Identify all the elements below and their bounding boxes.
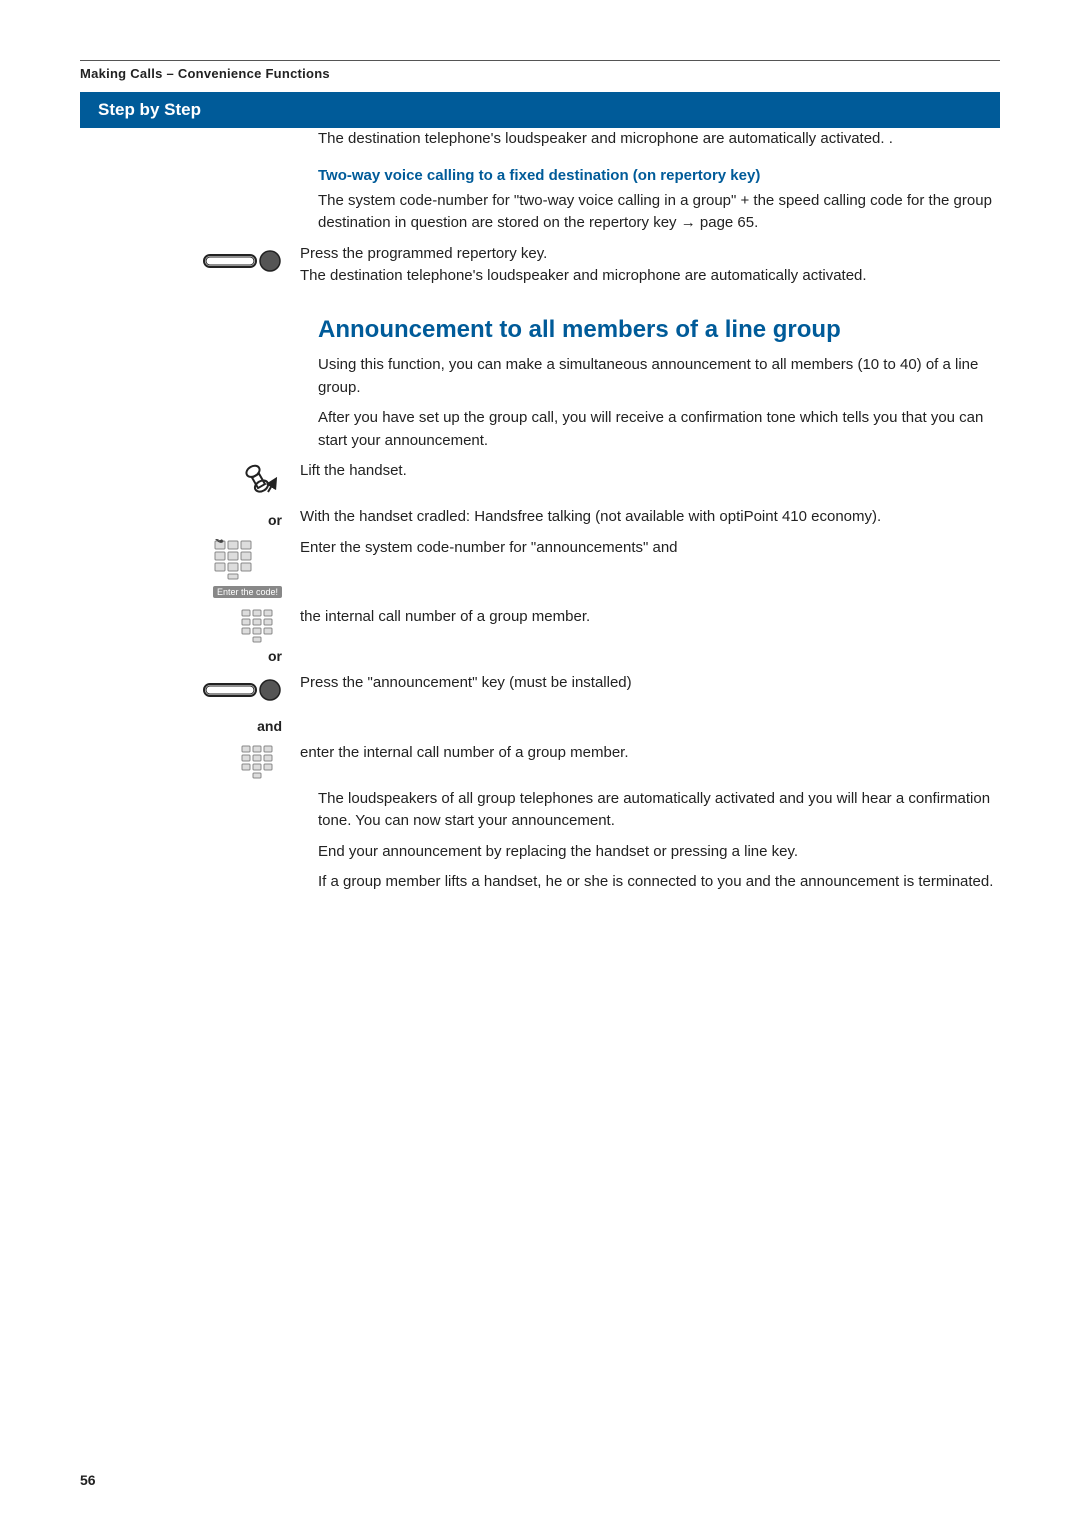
keypad-with-label: 📞 Enter the code!: [213, 539, 282, 598]
announcement-key-block: Press the "announcement" key (must be in…: [80, 672, 1000, 706]
lift-handset-text: Lift the handset.: [300, 460, 1000, 483]
enter-internal-block: enter the internal call number of a grou…: [80, 742, 1000, 780]
press-repertory-text: Press the programmed repertory key. The …: [300, 243, 1000, 288]
announcement-intro-1: Using this function, you can make a simu…: [318, 354, 1000, 399]
handsfree-block: or With the handset cradled: Handsfree t…: [80, 506, 1000, 529]
enter-code-block: 📞 Enter the code! Enter the system code-…: [80, 537, 1000, 598]
announcement-intro-2: After you have set up the group call, yo…: [318, 407, 1000, 452]
lift-handset-block: Lift the handset.: [80, 460, 1000, 498]
press-repertory-block: Press the programmed repertory key. The …: [80, 243, 1000, 288]
handsfree-text: With the handset cradled: Handsfree talk…: [300, 506, 1000, 529]
keypad3-area: [80, 742, 300, 780]
section-header-text: Making Calls – Convenience Functions: [80, 66, 330, 81]
phone-circle-icon-2: [202, 674, 282, 706]
enter-internal-text: enter the internal call number of a grou…: [300, 742, 1000, 765]
main-section-title: Announcement to all members of a line gr…: [318, 316, 1000, 345]
intro-text-1: The destination telephone's loudspeaker …: [318, 128, 1000, 151]
lift-handset-icon-area: [80, 460, 300, 498]
repertory-icon-area: [80, 243, 300, 277]
internal-call-number-text: the internal call number of a group memb…: [300, 606, 1000, 629]
announcement-key-icon-area: [80, 672, 300, 706]
group-member-text: If a group member lifts a handset, he or…: [318, 871, 1000, 894]
and-block: and: [80, 714, 1000, 734]
step-by-step-box: Step by Step: [80, 92, 1000, 128]
keypad2-or-area: or: [80, 606, 300, 664]
and-label: and: [257, 718, 282, 734]
lift-handset-icon: [234, 462, 282, 498]
loudspeakers-text: The loudspeakers of all group telephones…: [318, 788, 1000, 833]
subsection-heading-block: Two-way voice calling to a fixed destina…: [300, 165, 1000, 235]
subsection-heading: Two-way voice calling to a fixed destina…: [318, 165, 1000, 186]
keypad-icon-1: 📞: [213, 539, 265, 581]
end-announcement-text: End your announcement by replacing the h…: [318, 841, 1000, 864]
enter-code-label: Enter the code!: [213, 586, 282, 598]
svg-text:📞: 📞: [213, 539, 225, 543]
keypad2-or-block: or the internal call number of a group m…: [80, 606, 1000, 664]
section-header-bar: Making Calls – Convenience Functions: [80, 60, 1000, 82]
keypad-icon-3: [240, 744, 282, 780]
page-container: Making Calls – Convenience Functions Ste…: [0, 0, 1080, 1528]
enter-code-icon-area: 📞 Enter the code!: [80, 537, 300, 598]
phone-circle-icon: [202, 245, 282, 277]
press-announcement-text: Press the "announcement" key (must be in…: [300, 672, 1000, 695]
main-section-title-block: Announcement to all members of a line gr…: [300, 316, 1000, 453]
page-number: 56: [80, 1472, 96, 1488]
enter-code-text: Enter the system code-number for "announ…: [300, 537, 1000, 560]
and-label-area: and: [80, 714, 300, 734]
keypad-icon-2: [240, 608, 282, 644]
or-label-2: or: [268, 648, 282, 664]
intro-text-block: The destination telephone's loudspeaker …: [300, 128, 1000, 151]
press-repertory-label: Press the programmed repertory key. The …: [300, 245, 867, 285]
or-label-1: or: [268, 512, 282, 528]
loudspeakers-block: The loudspeakers of all group telephones…: [300, 788, 1000, 894]
or-label-area: or: [80, 508, 300, 528]
subsection-text: The system code-number for "two-way voic…: [318, 190, 1000, 235]
